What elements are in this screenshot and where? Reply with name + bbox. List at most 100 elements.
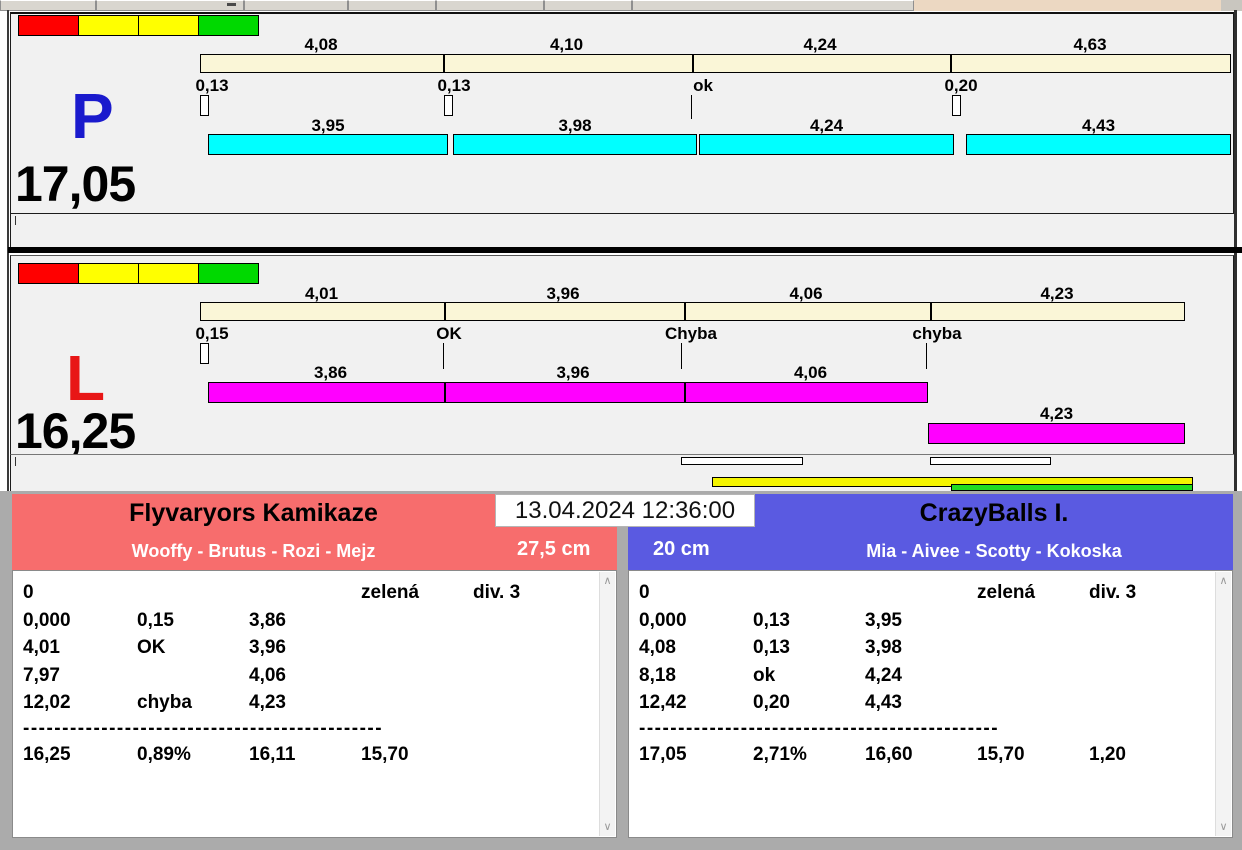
race-timestamp: 13.04.2024 12:36:00 — [495, 494, 755, 527]
table-row: 8,18 ok 4,24 — [629, 662, 1232, 690]
lane-l-total: 16,25 — [15, 403, 136, 459]
table-row: 12,42 0,20 4,43 — [629, 689, 1232, 717]
table-cell — [137, 662, 249, 690]
table-cell — [473, 741, 616, 769]
team-dogs: Mia - Aivee - Scotty - Kokoska — [866, 541, 1122, 561]
pass-label: 0,15 — [195, 324, 229, 343]
dog-time-label: 4,43 — [1081, 116, 1116, 135]
pass-marker-box — [444, 95, 453, 116]
light-yellow-segment — [79, 16, 139, 35]
scroll-down-icon[interactable]: ∨ — [1216, 820, 1231, 834]
split-tick — [692, 55, 694, 72]
table-cell: 16,11 — [249, 743, 296, 765]
table-cell: 0,13 — [753, 637, 790, 658]
scroll-up-icon[interactable]: ∧ — [1216, 574, 1231, 588]
split-time-label: 4,01 — [304, 284, 339, 303]
split-bar — [200, 302, 1185, 321]
table-cell: 3,95 — [865, 609, 902, 631]
light-red-segment — [19, 264, 79, 283]
pass-marker-box — [952, 95, 961, 116]
split-bar — [200, 54, 1231, 73]
table-cell: 3,96 — [249, 637, 286, 658]
division-cell: div. 3 — [1089, 582, 1137, 603]
lane-l-panel: 4,01 3,96 4,06 4,23 0,15 OK Chyba chyba … — [10, 255, 1234, 459]
table-row: 0,000 0,15 3,86 — [13, 607, 616, 635]
light-yellow-segment — [139, 264, 199, 283]
total-time-cell: 17,05 — [639, 743, 687, 765]
pass-label: 0,13 — [437, 76, 471, 95]
pass-label: ok — [693, 76, 713, 95]
chrome-segment — [0, 0, 96, 11]
table-cell: 3,98 — [865, 637, 902, 658]
table-cell: ok — [753, 664, 776, 686]
table-cell: 4,23 — [249, 692, 286, 713]
lane-divider — [8, 247, 1242, 253]
table-cell: 4,24 — [865, 664, 902, 686]
table-cell: 7,97 — [23, 664, 60, 686]
dog-time-bar — [453, 134, 697, 155]
team-name: Flyvaryors Kamikaze — [129, 499, 378, 527]
dog-time-label: 4,06 — [793, 363, 828, 382]
team-dogs: Wooffy - Brutus - Rozi - Mejz — [131, 541, 376, 561]
dog-time-bar — [966, 134, 1231, 155]
traffic-light-icon — [18, 15, 259, 36]
split-tick — [684, 303, 686, 320]
table-cell: 0,000 — [639, 609, 687, 631]
dog-time-label: 3,96 — [556, 363, 590, 382]
scroll-down-icon[interactable]: ∨ — [600, 820, 615, 834]
gap-tick — [15, 216, 16, 225]
team-result-table-right: 0 zelená div. 3 0,000 0,13 3,95 4,08 0,1… — [628, 570, 1233, 838]
table-cell: 8,18 — [639, 664, 676, 686]
start-light-cell: zelená — [361, 582, 420, 603]
dog-time-bar — [928, 423, 1185, 444]
split-time-label: 4,24 — [803, 35, 837, 54]
pass-label: OK — [436, 324, 462, 343]
table-summary-row: 17,05 2,71% 16,60 15,70 1,20 — [629, 741, 1232, 769]
chrome-segment — [244, 0, 348, 11]
traffic-light-icon — [18, 263, 259, 284]
lane-p-panel: 4,08 4,10 4,24 4,63 0,13 0,13 ok 0,20 3,… — [10, 12, 1234, 214]
table-cell: chyba — [137, 692, 192, 713]
lane-gap-strip — [10, 214, 1234, 247]
table-cell: 15,70 — [361, 743, 409, 765]
chrome-segment — [348, 0, 436, 11]
lane-p-label: P — [71, 80, 114, 152]
chrome-segment — [544, 0, 632, 11]
score-board-band: 13.04.2024 12:36:00 Flyvaryors Kamikaze … — [0, 491, 1242, 850]
team-panel-right: CrazyBalls I. Mia - Aivee - Scotty - Kok… — [628, 494, 1233, 838]
scrollbar[interactable]: ∧ ∨ — [599, 572, 615, 836]
split-time-label: 4,63 — [1073, 35, 1107, 54]
split-tick — [444, 383, 446, 402]
table-cell: 4,06 — [249, 664, 286, 686]
table-cell: 0,13 — [753, 609, 790, 631]
jump-height-label: 20 cm — [653, 538, 710, 560]
table-separator: ----------------------------------------… — [639, 717, 1000, 739]
light-yellow-segment — [79, 264, 139, 283]
table-cell: 16,60 — [865, 743, 913, 765]
table-cell: 4,08 — [639, 637, 676, 658]
pass-label: 0,20 — [944, 76, 978, 95]
table-row: 0 zelená div. 3 — [13, 579, 616, 607]
scroll-up-icon[interactable]: ∧ — [600, 574, 615, 588]
start-light-cell: zelená — [977, 582, 1036, 603]
scrollbar[interactable]: ∧ ∨ — [1215, 572, 1231, 836]
window-top-strip — [0, 0, 1242, 11]
outline-bar — [930, 457, 1051, 465]
dog-time-label: 3,95 — [311, 116, 345, 135]
chrome-segment — [632, 0, 914, 11]
reaction-strip — [10, 454, 1234, 491]
team-result-table-left: 0 zelená div. 3 0,000 0,15 3,86 4,01 OK … — [12, 570, 617, 838]
green-progress-bar — [951, 484, 1193, 491]
split-tick — [930, 303, 932, 320]
dog-time-bar — [699, 134, 954, 155]
outline-bar — [681, 457, 803, 465]
pass-label: chyba — [912, 324, 962, 343]
dog-time-label: 3,86 — [313, 363, 348, 382]
lane-l-label: L — [66, 342, 106, 414]
jump-height-label: 27,5 cm — [517, 538, 591, 560]
split-time-label: 4,10 — [549, 35, 584, 54]
percent-cell: 0,89% — [137, 743, 191, 765]
table-cell: 1,20 — [1089, 743, 1126, 765]
total-time-cell: 16,25 — [23, 743, 71, 765]
table-cell: 12,42 — [639, 692, 687, 713]
